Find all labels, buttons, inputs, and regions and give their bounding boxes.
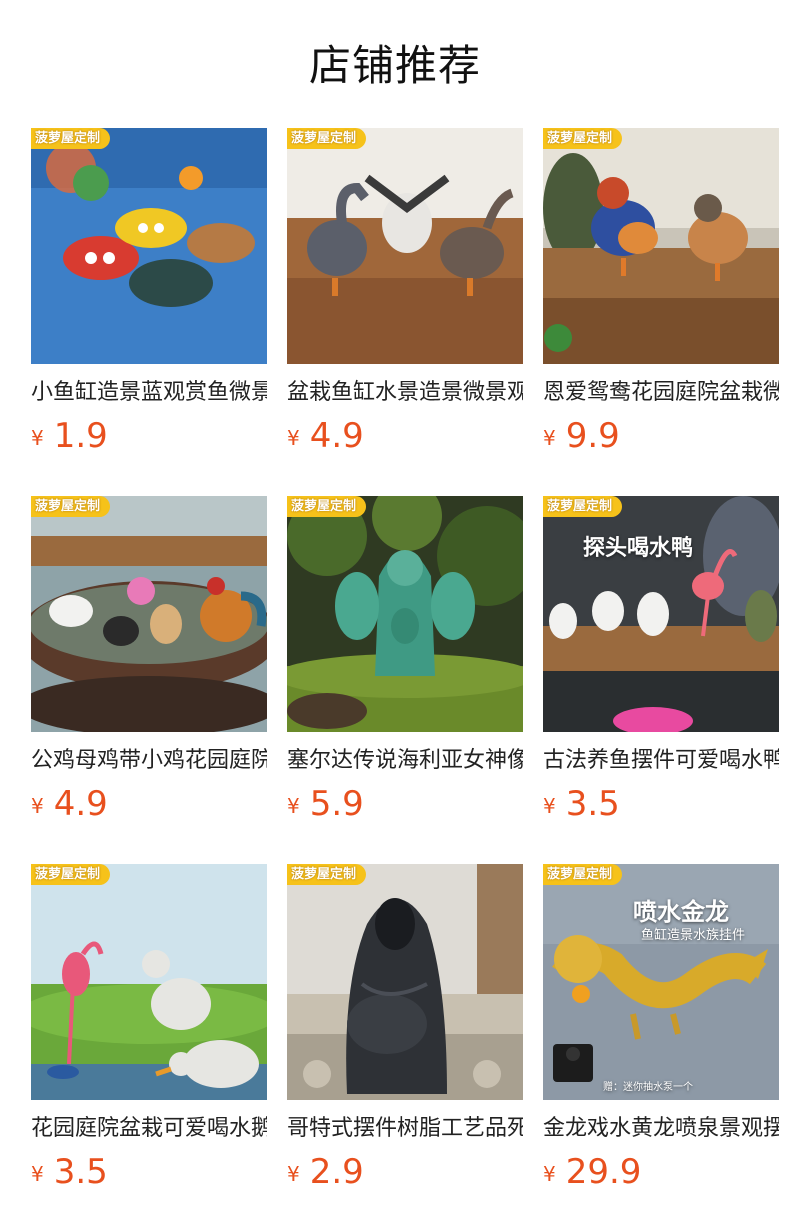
price-value: 2.9 [309,1152,364,1192]
product-card[interactable]: 菠萝屋定制 小鱼缸造景蓝观赏鱼微景观摆件 ¥1.9 [31,128,267,496]
product-name[interactable]: 花园庭院盆栽可爱喝水鹅摆件 [31,1114,267,1144]
shop-badge: 菠萝屋定制 [31,128,111,149]
shop-badge: 菠萝屋定制 [543,864,623,885]
product-price: ¥4.9 [287,416,523,456]
shop-badge: 菠萝屋定制 [287,864,367,885]
price-value: 29.9 [565,1152,642,1192]
currency-symbol: ¥ [287,426,300,450]
product-price: ¥29.9 [543,1152,779,1192]
product-card[interactable]: 菠萝屋定制 花园庭院盆栽可爱喝水鹅摆件 ¥3.5 [31,864,267,1232]
image-overlay-title: 喷水金龙 [633,898,729,926]
product-price: ¥5.9 [287,784,523,824]
product-image[interactable]: 菠萝屋定制 [31,128,267,364]
product-image[interactable]: 菠萝屋定制 [31,864,267,1100]
product-image-art [287,864,523,1100]
product-card[interactable]: 菠萝屋定制 哥特式摆件树脂工艺品死神 ¥2.9 [287,864,523,1232]
image-overlay-subtitle: 鱼缸造景水族挂件 [641,928,746,943]
product-name[interactable]: 公鸡母鸡带小鸡花园庭院摆件 [31,746,267,776]
product-card[interactable]: 菠萝屋定制 探头喝水鸭 古法养鱼摆件可爱喝水鸭 ¥3.5 [543,496,779,864]
price-value: 3.5 [53,1152,108,1192]
product-grid: 菠萝屋定制 小鱼缸造景蓝观赏鱼微景观摆件 ¥1.9 菠萝屋定制 [31,128,779,1232]
product-name[interactable]: 古法养鱼摆件可爱喝水鸭 [543,746,779,776]
currency-symbol: ¥ [287,794,300,818]
currency-symbol: ¥ [31,426,44,450]
price-value: 3.5 [565,784,620,824]
product-image[interactable]: 菠萝屋定制 探头喝水鸭 [543,496,779,732]
product-image-art [31,864,267,1100]
price-value: 5.9 [309,784,364,824]
product-image[interactable]: 菠萝屋定制 [287,496,523,732]
shop-badge: 菠萝屋定制 [287,496,367,517]
product-name[interactable]: 金龙戏水黄龙喷泉景观摆件 [543,1114,779,1144]
shop-badge: 菠萝屋定制 [543,496,623,517]
product-price: ¥3.5 [543,784,779,824]
currency-symbol: ¥ [31,794,44,818]
product-name[interactable]: 恩爱鸳鸯花园庭院盆栽微景观摆件 [543,378,779,408]
product-price: ¥4.9 [31,784,267,824]
product-image[interactable]: 菠萝屋定制 [31,496,267,732]
product-card[interactable]: 菠萝屋定制 恩爱鸳鸯花园庭院盆栽微景观摆件 ¥9.9 [543,128,779,496]
product-name[interactable]: 盆栽鱼缸水景造景微景观大鹅摆件 [287,378,523,408]
currency-symbol: ¥ [287,1162,300,1186]
product-card[interactable]: 菠萝屋定制 盆栽鱼缸水景造景微景观大鹅摆件 ¥4.9 [287,128,523,496]
image-overlay-note: 赠：迷你抽水泵一个 [603,1082,693,1093]
product-image-art [31,496,267,732]
product-price: ¥1.9 [31,416,267,456]
product-price: ¥2.9 [287,1152,523,1192]
image-overlay-title: 探头喝水鸭 [583,536,694,561]
shop-badge: 菠萝屋定制 [287,128,367,149]
product-image[interactable]: 菠萝屋定制 [543,128,779,364]
product-name[interactable]: 小鱼缸造景蓝观赏鱼微景观摆件 [31,378,267,408]
product-card[interactable]: 菠萝屋定制 喷水金龙 鱼缸造景水族挂件 赠：迷你抽水泵一个 金龙戏水黄龙喷泉景观… [543,864,779,1232]
product-image[interactable]: 菠萝屋定制 [287,864,523,1100]
product-name[interactable]: 塞尔达传说海利亚女神像摆件 [287,746,523,776]
product-card[interactable]: 菠萝屋定制 公鸡母鸡带小鸡花园庭院摆件 ¥4.9 [31,496,267,864]
shop-badge: 菠萝屋定制 [543,128,623,149]
product-price: ¥3.5 [31,1152,267,1192]
currency-symbol: ¥ [543,426,556,450]
product-image-art [287,128,523,364]
currency-symbol: ¥ [31,1162,44,1186]
shop-badge: 菠萝屋定制 [31,496,111,517]
page-title: 店铺推荐 [308,41,481,90]
product-image-art [287,496,523,732]
product-name[interactable]: 哥特式摆件树脂工艺品死神 [287,1114,523,1144]
product-image[interactable]: 菠萝屋定制 喷水金龙 鱼缸造景水族挂件 赠：迷你抽水泵一个 [543,864,779,1100]
product-image-art [543,128,779,364]
product-card[interactable]: 菠萝屋定制 塞尔达传说海利亚女神像摆件 ¥5.9 [287,496,523,864]
price-value: 1.9 [53,416,108,456]
price-value: 9.9 [565,416,620,456]
currency-symbol: ¥ [543,794,556,818]
shop-badge: 菠萝屋定制 [31,864,111,885]
currency-symbol: ¥ [543,1162,556,1186]
product-image[interactable]: 菠萝屋定制 [287,128,523,364]
product-image-art [31,128,267,364]
price-value: 4.9 [53,784,108,824]
product-price: ¥9.9 [543,416,779,456]
price-value: 4.9 [309,416,364,456]
